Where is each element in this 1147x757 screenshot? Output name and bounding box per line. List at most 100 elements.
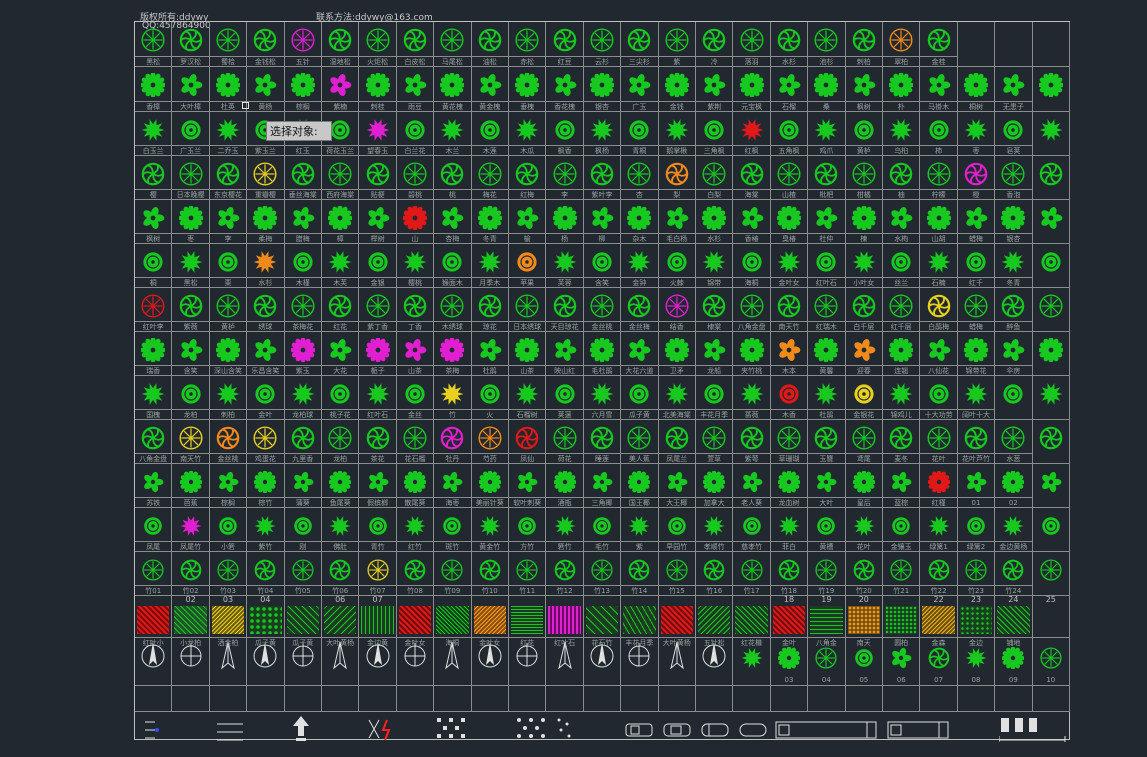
symbol-cell[interactable]: 瓜子黄 [247, 638, 285, 686]
symbol-cell[interactable]: 早园竹 [658, 508, 696, 552]
symbol-cell[interactable]: 竹01 [135, 552, 173, 596]
symbol-cell[interactable] [546, 596, 584, 638]
symbol-cell[interactable]: 海枣 [434, 464, 472, 508]
symbol-cell[interactable]: 金森 07 [920, 638, 958, 686]
symbol-cell[interactable]: 蜀桧 [209, 22, 248, 67]
symbol-cell[interactable]: 绿篱2 [957, 508, 996, 552]
symbol-cell[interactable]: 桐 [135, 244, 173, 288]
symbol-cell[interactable]: 茶梅花 [284, 288, 322, 332]
symbol-cell[interactable]: 栀子 [359, 332, 397, 376]
symbol-cell[interactable]: 蒲葵 [284, 464, 322, 508]
symbol-cell[interactable]: 八角金盘 [135, 420, 173, 464]
symbol-cell[interactable]: 八角金 04 [808, 638, 846, 686]
symbol-cell[interactable]: 无患子 [995, 67, 1033, 112]
symbol-cell[interactable]: 柔梅 [247, 200, 285, 244]
symbol-cell[interactable]: 火棘 [658, 244, 696, 288]
symbol-cell[interactable]: 山茶 [509, 332, 547, 376]
symbol-cell[interactable]: 白玉兰 [135, 112, 173, 156]
symbol-cell[interactable]: 李 [209, 200, 248, 244]
symbol-cell[interactable] [1032, 288, 1070, 332]
symbol-cell[interactable] [770, 686, 809, 712]
symbol-cell[interactable]: 红豆 [546, 22, 584, 67]
symbol-cell[interactable]: 北美海棠 [658, 376, 696, 420]
symbol-cell[interactable]: 马尾松 [434, 22, 472, 67]
symbol-cell[interactable]: 白鹃梅 [920, 288, 958, 332]
symbol-cell[interactable]: 金边黄 [359, 638, 397, 686]
symbol-cell[interactable]: 竹14 [621, 552, 659, 596]
symbol-cell[interactable]: 丁香 [396, 288, 435, 332]
symbol-cell[interactable]: 木香 [770, 376, 809, 420]
symbol-cell[interactable]: 黄栌 [845, 112, 883, 156]
symbol-cell[interactable]: 刺柏 [209, 376, 248, 420]
symbol-cell[interactable]: 棕竹 [247, 464, 285, 508]
symbol-cell[interactable]: 火 [471, 376, 509, 420]
symbol-cell[interactable]: 紫薇 [172, 288, 210, 332]
symbol-cell[interactable]: 木绣球 [434, 288, 472, 332]
symbol-cell[interactable] [883, 596, 921, 638]
symbol-cell[interactable]: 金丝桃 [583, 288, 622, 332]
symbol-cell[interactable]: 柳 [583, 200, 622, 244]
symbol-cell[interactable]: 香樟 [135, 67, 173, 112]
symbol-cell[interactable]: 木兰 [434, 112, 472, 156]
symbol-cell[interactable]: 枣 [957, 112, 996, 156]
symbol-cell[interactable]: 五针 [284, 22, 322, 67]
symbol-cell[interactable]: 竹24 [995, 552, 1033, 596]
symbol-cell[interactable]: 枫香 [546, 112, 584, 156]
symbol-cell[interactable]: 竹12 [546, 552, 584, 596]
symbol-cell[interactable]: 日本晚樱 [172, 156, 210, 200]
symbol-cell[interactable]: 三尖杉 [621, 22, 659, 67]
symbol-cell[interactable]: 金银花 [845, 376, 883, 420]
symbol-cell[interactable]: 青桐 [621, 112, 659, 156]
symbol-cell[interactable]: 绿篱1 [920, 508, 958, 552]
symbol-cell[interactable]: 黄杨 [247, 67, 285, 112]
symbol-cell[interactable]: 李 [546, 156, 584, 200]
symbol-cell[interactable]: 瓜子黄 [621, 376, 659, 420]
symbol-cell[interactable]: 白千层 [845, 288, 883, 332]
symbol-cell[interactable]: 20 [845, 595, 883, 638]
symbol-cell[interactable]: 竹02 [172, 552, 210, 596]
symbol-cell[interactable]: 山茶 [396, 332, 435, 376]
symbol-cell[interactable]: 竹09 [434, 552, 472, 596]
symbol-cell[interactable]: 白皮松 [396, 22, 435, 67]
symbol-cell[interactable]: 海棠 [733, 156, 771, 200]
symbol-cell[interactable]: 紫萼 [733, 420, 771, 464]
symbol-cell[interactable]: 24 [995, 595, 1033, 638]
symbol-cell[interactable]: 金叶 [247, 376, 285, 420]
symbol-cell[interactable]: 水杉 [247, 244, 285, 288]
symbol-cell[interactable] [957, 22, 996, 67]
symbol-cell[interactable]: 日本绣球 [509, 288, 547, 332]
symbol-cell[interactable]: 水杉 [770, 22, 809, 67]
symbol-cell[interactable]: 孝顺竹 [696, 508, 734, 552]
symbol-cell[interactable]: 冬青 [995, 244, 1033, 288]
symbol-cell[interactable]: 竹21 [883, 552, 921, 596]
symbol-cell[interactable]: 25 [1032, 595, 1070, 638]
symbol-cell[interactable]: 枣 [172, 200, 210, 244]
symbol-cell[interactable]: 金边黄杨 [995, 508, 1033, 552]
symbol-cell[interactable]: 黄花槐 [434, 67, 472, 112]
symbol-cell[interactable]: 香花槐 [546, 67, 584, 112]
symbol-cell[interactable]: 刺柏 [845, 22, 883, 67]
symbol-cell[interactable]: 柠檬 [920, 156, 958, 200]
symbol-cell[interactable]: 凤仙 [509, 420, 547, 464]
symbol-cell[interactable]: 苹果 [509, 244, 547, 288]
symbol-cell[interactable]: 碧桃 [396, 156, 435, 200]
symbol-cell[interactable]: 瓜子黄 [284, 638, 322, 686]
symbol-cell[interactable]: 刺桂 [359, 67, 397, 112]
symbol-cell[interactable]: 佛肚 [322, 508, 360, 552]
symbol-cell[interactable]: 竹08 [396, 552, 435, 596]
symbol-cell[interactable]: 竹18 [770, 552, 809, 596]
symbol-cell[interactable]: 10 [1032, 638, 1070, 686]
symbol-cell[interactable]: 乌桕 [883, 112, 921, 156]
symbol-cell[interactable] [434, 596, 472, 638]
symbol-cell[interactable]: 榉树 [359, 200, 397, 244]
symbol-cell[interactable]: 龙船 [696, 332, 734, 376]
symbol-cell[interactable]: 八角金盘 [733, 288, 771, 332]
symbol-cell[interactable] [1032, 376, 1070, 420]
symbol-cell[interactable]: 水葱 [995, 420, 1033, 464]
symbol-cell[interactable]: 贴梗 [359, 156, 397, 200]
symbol-cell[interactable]: 蜡梅 [957, 288, 996, 332]
symbol-cell[interactable] [995, 686, 1033, 712]
symbol-cell[interactable]: 红花檵 [733, 638, 771, 686]
symbol-cell[interactable]: 元宝枫 [733, 67, 771, 112]
symbol-cell[interactable]: 含笑 [172, 332, 210, 376]
